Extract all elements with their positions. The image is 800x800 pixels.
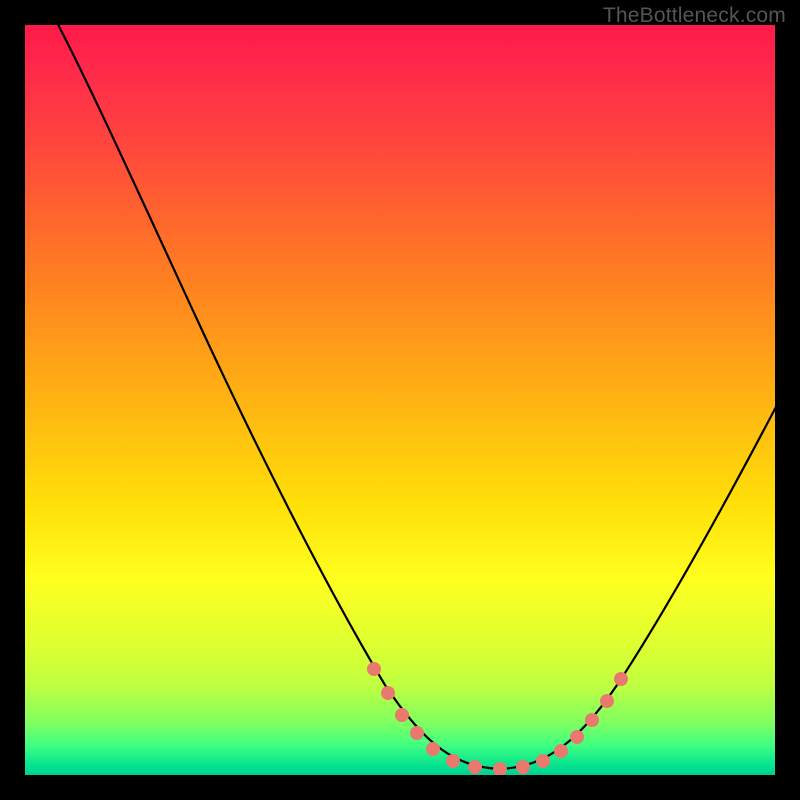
chart-frame: TheBottleneck.com xyxy=(0,0,800,800)
curve-marker xyxy=(536,754,550,768)
bottleneck-curve xyxy=(53,25,775,769)
curve-layer xyxy=(25,25,775,775)
curve-marker xyxy=(395,708,409,722)
curve-marker xyxy=(381,686,395,700)
watermark-text: TheBottleneck.com xyxy=(603,4,786,28)
curve-marker xyxy=(614,672,628,686)
plot-area xyxy=(25,25,775,775)
curve-marker xyxy=(493,762,507,775)
curve-marker xyxy=(446,754,460,768)
curve-marker xyxy=(570,730,584,744)
curve-marker xyxy=(367,662,381,676)
curve-marker xyxy=(468,760,482,774)
curve-marker xyxy=(410,726,424,740)
curve-marker xyxy=(585,713,599,727)
curve-marker xyxy=(426,742,440,756)
curve-marker xyxy=(516,760,530,774)
marker-group xyxy=(367,662,628,775)
curve-marker xyxy=(600,694,614,708)
curve-marker xyxy=(554,744,568,758)
